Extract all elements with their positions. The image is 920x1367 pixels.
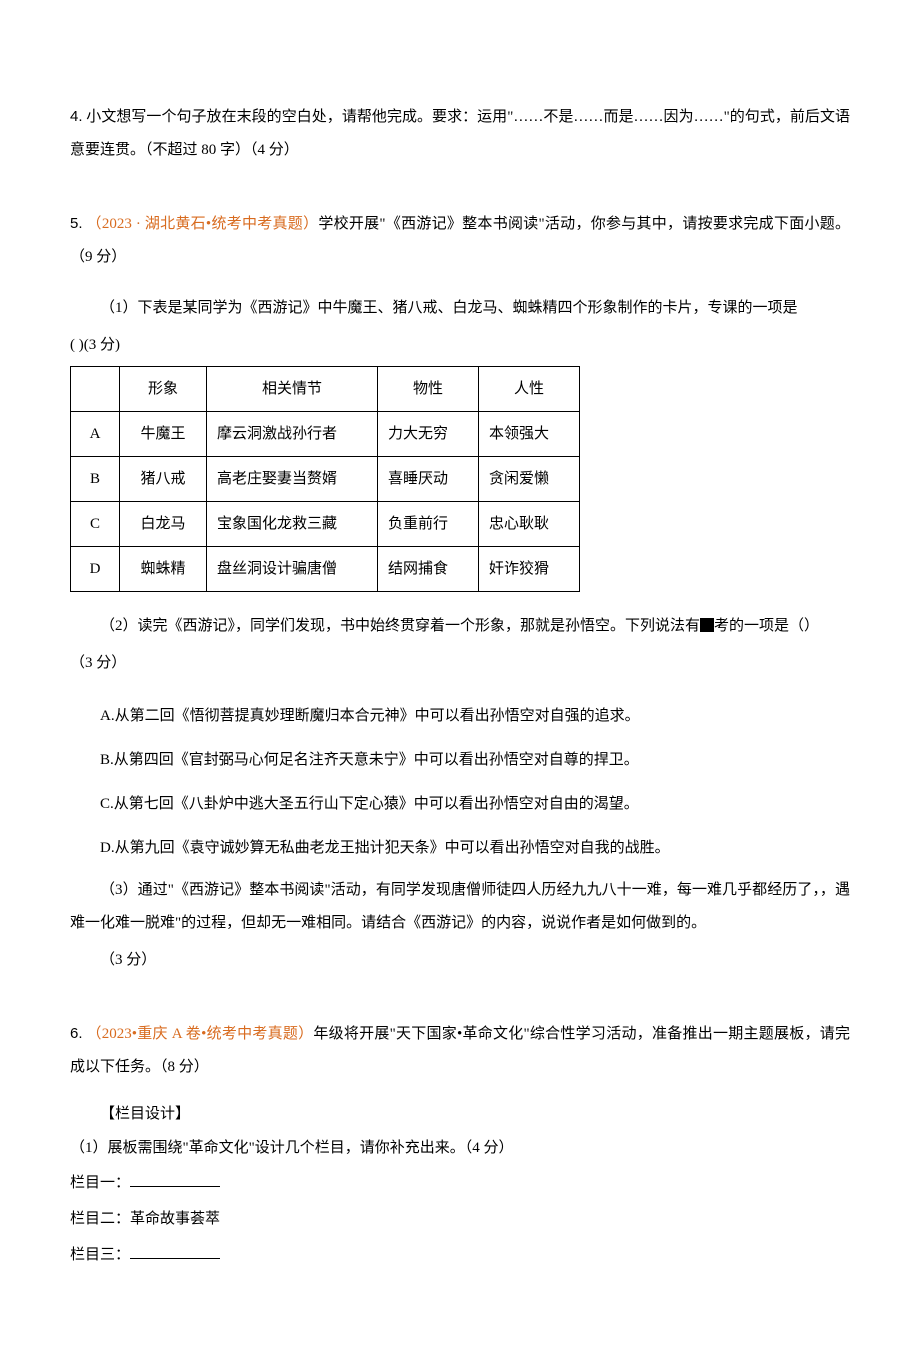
q5-source: （2023 · 湖北黄石•统考中考真题）: [87, 216, 319, 232]
fill-blank[interactable]: [130, 1243, 220, 1259]
q5-option-a: A.从第二回《悟彻菩提真妙理断魔归本合元神》中可以看出孙悟空对自强的追求。: [70, 698, 850, 734]
q5-sub3-points: （3 分）: [70, 944, 850, 977]
cell-property: 喜睡厌动: [378, 457, 479, 502]
q4-body: 小文想写一个句子放在末段的空白处，请帮他完成。要求：运用"……不是……而是……因…: [70, 109, 850, 158]
redaction-box-icon: [700, 618, 714, 632]
q6-sub1: （1）展板需围绕"革命文化"设计几个栏目，请你补充出来。（4 分）: [70, 1132, 850, 1165]
cell-image: 白龙马: [120, 502, 207, 547]
q5-sub1-a: （1）下表是某同学为《西游记》中牛魔王、猪八戒、白龙马、蜘蛛精四个形象制作的卡片…: [70, 292, 850, 325]
cell-plot: 宝象国化龙救三藏: [207, 502, 378, 547]
question-5: 5. （2023 · 湖北黄石•统考中考真题）学校开展"《西游记》整本书阅读"活…: [70, 207, 850, 977]
cell-plot: 盘丝洞设计骗唐僧: [207, 547, 378, 592]
q4-number: 4.: [70, 108, 83, 125]
q6-column-2: 栏目二：革命故事荟萃: [70, 1207, 850, 1231]
cell-image: 蜘蛛精: [120, 547, 207, 592]
fill-blank[interactable]: [130, 1171, 220, 1187]
q5-sub2-a: （2）读完《西游记》，同学们发现，书中始终贯穿着一个形象，那就是孙悟空。下列说法…: [100, 618, 700, 634]
th-humanity: 人性: [479, 367, 580, 412]
question-6: 6. （2023•重庆 A 卷•统考中考真题）年级将开展"天下国家•革命文化"综…: [70, 1017, 850, 1267]
q5-table: 形象 相关情节 物性 人性 A 牛魔王 摩云洞激战孙行者 力大无穷 本领强大 B…: [70, 366, 580, 592]
th-image: 形象: [120, 367, 207, 412]
cell-image: 牛魔王: [120, 412, 207, 457]
q4-text: 4. 小文想写一个句子放在末段的空白处，请帮他完成。要求：运用"……不是……而是…: [70, 100, 850, 167]
th-plot: 相关情节: [207, 367, 378, 412]
cell-property: 力大无穷: [378, 412, 479, 457]
table-row: C 白龙马 宝象国化龙救三藏 负重前行 忠心耿耿: [71, 502, 580, 547]
table-row: A 牛魔王 摩云洞激战孙行者 力大无穷 本领强大: [71, 412, 580, 457]
cell-humanity: 奸诈狡猾: [479, 547, 580, 592]
q5-sub1-b: ( )(3 分): [70, 329, 850, 362]
q6-source: （2023•重庆 A 卷•统考中考真题）: [87, 1026, 314, 1042]
q6-col2-label: 栏目二：: [70, 1211, 130, 1227]
q5-option-d: D.从第九回《袁守诚妙算无私曲老龙王拙计犯天条》中可以看出孙悟空对自我的战胜。: [70, 830, 850, 866]
q6-col2-value: 革命故事荟萃: [130, 1211, 220, 1227]
q6-column-3: 栏目三：: [70, 1243, 850, 1267]
cell-humanity: 本领强大: [479, 412, 580, 457]
q5-intro-line: 5. （2023 · 湖北黄石•统考中考真题）学校开展"《西游记》整本书阅读"活…: [70, 207, 850, 274]
cell-opt: C: [71, 502, 120, 547]
th-opt: [71, 367, 120, 412]
q5-option-c: C.从第七回《八卦炉中逃大圣五行山下定心猿》中可以看出孙悟空对自由的渴望。: [70, 786, 850, 822]
cell-property: 负重前行: [378, 502, 479, 547]
cell-opt: A: [71, 412, 120, 457]
q5-sub2-points: （3 分）: [70, 647, 850, 680]
cell-humanity: 忠心耿耿: [479, 502, 580, 547]
q6-column-1: 栏目一：: [70, 1171, 850, 1195]
cell-plot: 摩云洞激战孙行者: [207, 412, 378, 457]
question-4: 4. 小文想写一个句子放在末段的空白处，请帮他完成。要求：运用"……不是……而是…: [70, 100, 850, 167]
cell-image: 猪八戒: [120, 457, 207, 502]
cell-opt: B: [71, 457, 120, 502]
q6-col3-label: 栏目三：: [70, 1247, 130, 1263]
cell-opt: D: [71, 547, 120, 592]
cell-humanity: 贪闲爱懒: [479, 457, 580, 502]
q6-heading: 【栏目设计】: [70, 1102, 850, 1126]
q5-sub2-b: 考的一项是（）: [714, 618, 819, 634]
q5-number: 5.: [70, 215, 83, 232]
q6-col1-label: 栏目一：: [70, 1175, 130, 1191]
q5-option-b: B.从第四回《官封弼马心何足名注齐天意未宁》中可以看出孙悟空对自尊的捍卫。: [70, 742, 850, 778]
q6-intro-line: 6. （2023•重庆 A 卷•统考中考真题）年级将开展"天下国家•革命文化"综…: [70, 1017, 850, 1084]
th-property: 物性: [378, 367, 479, 412]
table-header-row: 形象 相关情节 物性 人性: [71, 367, 580, 412]
table-row: D 蜘蛛精 盘丝洞设计骗唐僧 结网捕食 奸诈狡猾: [71, 547, 580, 592]
q5-sub2-line: （2）读完《西游记》，同学们发现，书中始终贯穿着一个形象，那就是孙悟空。下列说法…: [70, 610, 850, 643]
table-row: B 猪八戒 高老庄娶妻当赘婿 喜睡厌动 贪闲爱懒: [71, 457, 580, 502]
cell-plot: 高老庄娶妻当赘婿: [207, 457, 378, 502]
cell-property: 结网捕食: [378, 547, 479, 592]
q5-sub3-a: （3）通过"《西游记》整本书阅读"活动，有同学发现唐僧师徒四人历经九九八十一难，…: [70, 874, 850, 940]
q6-number: 6.: [70, 1025, 83, 1042]
